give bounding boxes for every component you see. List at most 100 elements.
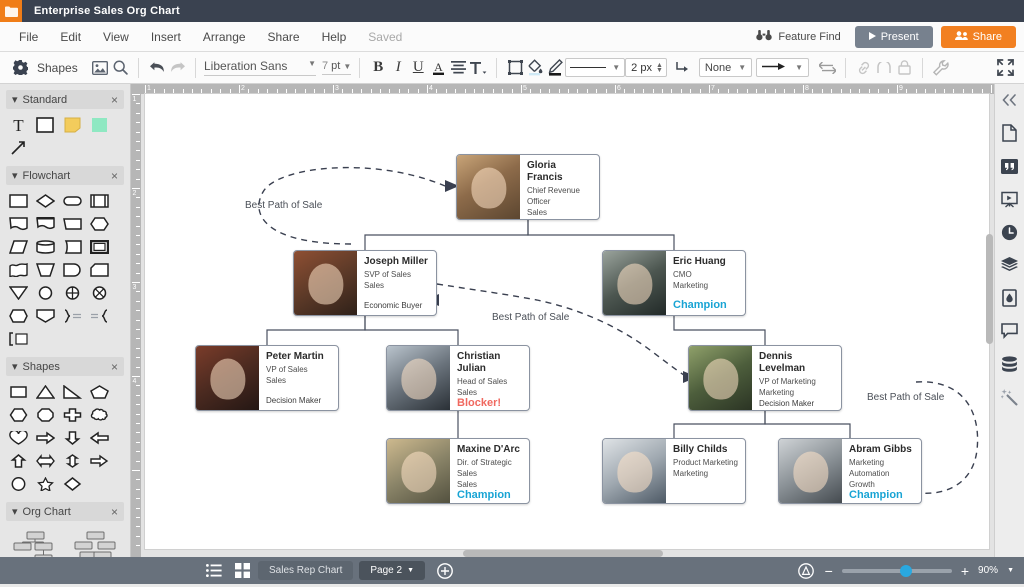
org-node-dennis[interactable]: Dennis Levelman VP of Marketing Marketing D…: [688, 345, 842, 411]
edge-label-best-path-of-sale[interactable]: Best Path of Sale: [245, 200, 322, 211]
shape-arrow-left[interactable]: [89, 430, 109, 446]
flowchart-or-shape[interactable]: [89, 285, 109, 301]
settings-wrench-icon[interactable]: [931, 58, 951, 78]
flowchart-subroutine-shape[interactable]: [89, 239, 109, 255]
shape-swatch-tool[interactable]: [89, 117, 109, 133]
menu-help[interactable]: Help: [311, 26, 358, 48]
page-tab-page-2[interactable]: Page 2 ▼: [359, 561, 426, 580]
add-page-icon[interactable]: [435, 561, 455, 581]
shape-diamond[interactable]: [62, 476, 82, 492]
shape-arrow-tool[interactable]: [8, 140, 28, 156]
flowchart-brace-right-shape[interactable]: [62, 308, 82, 324]
shape-outline-icon[interactable]: [505, 58, 525, 78]
org-node-billy[interactable]: Billy Childs Product Marketing Marketing: [602, 438, 746, 504]
flowchart-terminator-shape[interactable]: [62, 193, 82, 209]
flowchart-delay-shape[interactable]: [62, 262, 82, 278]
menu-insert[interactable]: Insert: [140, 26, 192, 48]
font-color-icon[interactable]: A: [428, 58, 448, 78]
theme-icon[interactable]: [1000, 288, 1020, 308]
flowchart-data-shape[interactable]: [62, 216, 82, 232]
canvas-area[interactable]: 123456789 1234 Gloria Francis Chief Reve…: [131, 84, 994, 557]
swap-ends-icon[interactable]: [817, 58, 837, 78]
grid-view-icon[interactable]: [232, 561, 252, 581]
folder-icon[interactable]: [0, 0, 22, 22]
flowchart-document-shape[interactable]: [8, 216, 28, 232]
redo-icon[interactable]: [167, 58, 187, 78]
org-node-eric[interactable]: Eric Huang CMO Marketing Champion: [602, 250, 746, 316]
comment-icon[interactable]: [1000, 321, 1020, 341]
flowchart-brace-left-shape[interactable]: [89, 308, 109, 324]
presentation-icon[interactable]: [1000, 189, 1020, 209]
flowchart-summing-junction-shape[interactable]: [62, 285, 82, 301]
edge-label-best-path-of-sale[interactable]: Best Path of Sale: [867, 392, 944, 403]
close-icon-flowchart[interactable]: ×: [111, 170, 118, 182]
section-orgchart-header[interactable]: ▾ Org Chart ×: [6, 502, 124, 521]
italic-button[interactable]: I: [388, 58, 408, 78]
line-style-select[interactable]: ▼: [565, 58, 626, 77]
text-options-icon[interactable]: [468, 58, 488, 78]
feature-find-button[interactable]: Feature Find: [750, 27, 846, 47]
close-icon-standard[interactable]: ×: [111, 94, 118, 106]
zoom-slider-knob[interactable]: [899, 564, 912, 577]
link-icon[interactable]: [854, 58, 874, 78]
arrow-end-select[interactable]: ▼: [756, 58, 810, 77]
flowchart-bracket-shape[interactable]: [8, 331, 28, 347]
undo-icon[interactable]: [147, 58, 167, 78]
section-shapes-header[interactable]: ▾ Shapes ×: [6, 357, 124, 376]
close-icon-shapes[interactable]: ×: [111, 361, 118, 373]
flowchart-decision-shape[interactable]: [35, 193, 55, 209]
font-family-select[interactable]: Liberation Sans ▼: [204, 59, 316, 76]
lock-icon[interactable]: [894, 58, 914, 78]
flowchart-predefined-shape[interactable]: [89, 193, 109, 209]
fill-color-icon[interactable]: [525, 58, 545, 78]
list-view-icon[interactable]: [204, 561, 224, 581]
horizontal-scrollbar[interactable]: [463, 550, 663, 557]
flowchart-parallelogram-shape[interactable]: [8, 239, 28, 255]
shapes-panel-toggle[interactable]: Shapes: [0, 58, 90, 78]
chevron-down-icon-zoom[interactable]: ▼: [1007, 567, 1014, 574]
section-standard-header[interactable]: ▾ Standard ×: [6, 90, 124, 109]
present-button[interactable]: Present: [854, 26, 933, 48]
shape-arrow-down[interactable]: [62, 430, 82, 446]
flowchart-trapezoid-shape[interactable]: [35, 262, 55, 278]
menu-share[interactable]: Share: [257, 26, 311, 48]
menu-view[interactable]: View: [92, 26, 140, 48]
zoom-slider[interactable]: [841, 564, 952, 577]
share-button[interactable]: Share: [940, 26, 1016, 48]
shape-hexagon[interactable]: [8, 407, 28, 423]
menu-arrange[interactable]: Arrange: [192, 26, 257, 48]
line-width-stepper[interactable]: 2 px ▲ ▼: [625, 58, 667, 77]
org-node-joseph[interactable]: Joseph Miller SVP of Sales Sales Economic B…: [293, 250, 437, 316]
collapse-icon[interactable]: [1000, 90, 1020, 110]
flowchart-extract-shape[interactable]: [35, 308, 55, 324]
bold-button[interactable]: B: [368, 58, 388, 78]
group-icon[interactable]: [874, 58, 894, 78]
zoom-out-button[interactable]: −: [825, 564, 833, 578]
menu-edit[interactable]: Edit: [49, 26, 92, 48]
quote-icon[interactable]: [1000, 156, 1020, 176]
shape-arrow-right[interactable]: [35, 430, 55, 446]
vertical-scrollbar[interactable]: [986, 234, 993, 344]
shape-arrow-up[interactable]: [8, 453, 28, 469]
underline-button[interactable]: U: [408, 58, 428, 78]
fit-to-screen-icon[interactable]: [796, 561, 816, 581]
flowchart-preparation-shape[interactable]: [8, 308, 28, 324]
shape-banner-arrow[interactable]: [89, 453, 109, 469]
flowchart-merge-shape[interactable]: [8, 285, 28, 301]
shape-rectangle-tool[interactable]: [35, 117, 55, 133]
document-icon[interactable]: [1000, 123, 1020, 143]
shape-text-tool[interactable]: T: [8, 117, 28, 133]
flowchart-multidoc-shape[interactable]: [35, 216, 55, 232]
shape-triangle[interactable]: [35, 384, 55, 400]
page-tab-sales-rep-chart[interactable]: Sales Rep Chart: [258, 561, 354, 580]
canvas-page[interactable]: Gloria Francis Chief Revenue Officer Sales…: [145, 94, 989, 549]
flowchart-hexagon-shape[interactable]: [89, 216, 109, 232]
shape-heart[interactable]: [8, 430, 28, 446]
orgchart-template-left[interactable]: [13, 531, 57, 557]
magic-wand-icon[interactable]: [1000, 387, 1020, 407]
org-node-gloria[interactable]: Gloria Francis Chief Revenue Officer Sales…: [456, 154, 600, 220]
shape-octagon[interactable]: [35, 407, 55, 423]
zoom-in-button[interactable]: +: [961, 564, 969, 578]
flowchart-stored-data-shape[interactable]: [62, 239, 82, 255]
font-size-select[interactable]: 7 pt ▼: [322, 60, 352, 75]
